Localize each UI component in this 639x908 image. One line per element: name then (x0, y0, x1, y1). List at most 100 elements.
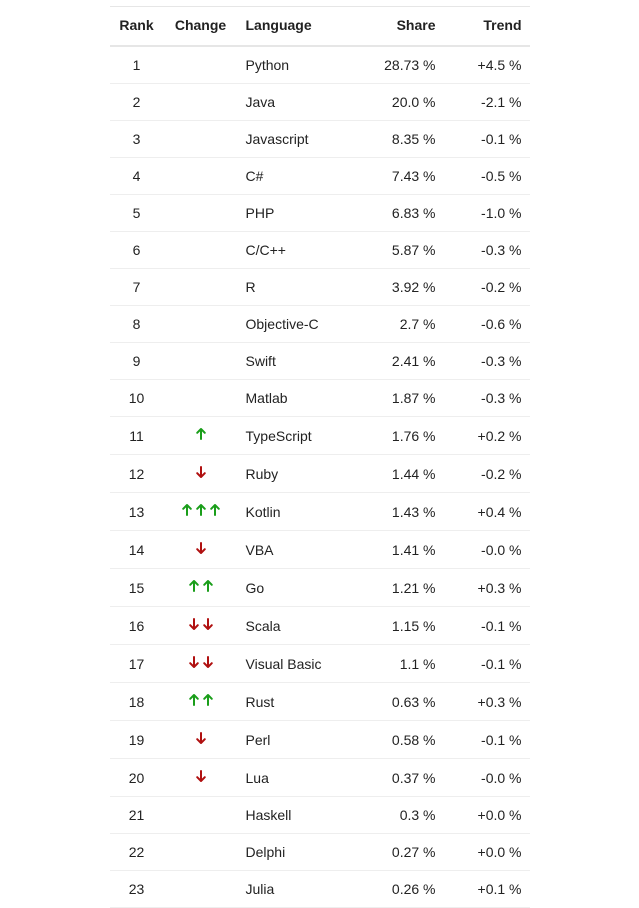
cell-rank: 12 (110, 455, 164, 493)
cell-share: 8.35 % (358, 121, 444, 158)
table-row: 17Visual Basic1.1 %-0.1 % (110, 645, 530, 683)
table-row: 22Delphi0.27 %+0.0 % (110, 834, 530, 871)
table-row: 19 Perl0.58 %-0.1 % (110, 721, 530, 759)
arrow-down-icon (194, 541, 208, 555)
cell-rank: 20 (110, 759, 164, 797)
cell-language: Kotlin (238, 493, 358, 531)
cell-change (164, 493, 238, 531)
header-language[interactable]: Language (238, 7, 358, 47)
cell-share: 6.83 % (358, 195, 444, 232)
header-change[interactable]: Change (164, 7, 238, 47)
cell-change (164, 721, 238, 759)
cell-change (164, 417, 238, 455)
cell-language: R (238, 269, 358, 306)
cell-language: Matlab (238, 380, 358, 417)
cell-rank: 10 (110, 380, 164, 417)
cell-trend: -0.3 % (444, 343, 530, 380)
cell-language: Lua (238, 759, 358, 797)
arrow-up-icon (187, 693, 201, 707)
cell-share: 0.63 % (358, 683, 444, 721)
cell-share: 1.15 % (358, 607, 444, 645)
cell-language: Perl (238, 721, 358, 759)
cell-share: 1.87 % (358, 380, 444, 417)
cell-rank: 8 (110, 306, 164, 343)
cell-share: 0.27 % (358, 834, 444, 871)
cell-trend: -0.1 % (444, 121, 530, 158)
table-row: 3 Javascript8.35 %-0.1 % (110, 121, 530, 158)
table-row: 4C#7.43 %-0.5 % (110, 158, 530, 195)
cell-language: TypeScript (238, 417, 358, 455)
cell-share: 0.3 % (358, 797, 444, 834)
cell-rank: 11 (110, 417, 164, 455)
cell-trend: -0.1 % (444, 721, 530, 759)
table-row: 12Ruby1.44 %-0.2 % (110, 455, 530, 493)
cell-rank: 18 (110, 683, 164, 721)
cell-language: Delphi (238, 834, 358, 871)
cell-trend: +0.4 % (444, 493, 530, 531)
language-ranking-table: Rank Change Language Share Trend 1 Python… (110, 6, 530, 908)
arrow-down-icon (201, 617, 215, 631)
cell-rank: 13 (110, 493, 164, 531)
cell-language: C# (238, 158, 358, 195)
header-trend[interactable]: Trend (444, 7, 530, 47)
cell-share: 1.76 % (358, 417, 444, 455)
cell-change (164, 306, 238, 343)
table-row: 23Julia0.26 %+0.1 % (110, 871, 530, 908)
table-row: 16Scala1.15 %-0.1 % (110, 607, 530, 645)
cell-rank: 19 (110, 721, 164, 759)
cell-trend: -0.1 % (444, 645, 530, 683)
cell-change (164, 607, 238, 645)
cell-language: Ruby (238, 455, 358, 493)
header-share[interactable]: Share (358, 7, 444, 47)
cell-change (164, 195, 238, 232)
cell-share: 0.37 % (358, 759, 444, 797)
cell-language: VBA (238, 531, 358, 569)
cell-language: C/C++ (238, 232, 358, 269)
cell-language: Javascript (238, 121, 358, 158)
cell-trend: +0.0 % (444, 834, 530, 871)
arrow-down-icon (187, 655, 201, 669)
cell-share: 5.87 % (358, 232, 444, 269)
cell-rank: 21 (110, 797, 164, 834)
cell-trend: -0.3 % (444, 380, 530, 417)
cell-share: 1.21 % (358, 569, 444, 607)
arrow-down-icon (187, 617, 201, 631)
cell-change (164, 84, 238, 121)
cell-language: PHP (238, 195, 358, 232)
cell-share: 2.7 % (358, 306, 444, 343)
cell-change (164, 797, 238, 834)
cell-share: 28.73 % (358, 46, 444, 84)
table-row: 8Objective-C2.7 %-0.6 % (110, 306, 530, 343)
arrow-up-icon (194, 503, 208, 517)
table-row: 2Java20.0 %-2.1 % (110, 84, 530, 121)
cell-rank: 9 (110, 343, 164, 380)
table-row: 20 Lua0.37 %-0.0 % (110, 759, 530, 797)
cell-share: 0.58 % (358, 721, 444, 759)
cell-rank: 3 (110, 121, 164, 158)
cell-trend: -0.0 % (444, 759, 530, 797)
cell-change (164, 46, 238, 84)
cell-change (164, 834, 238, 871)
cell-language: Java (238, 84, 358, 121)
cell-change (164, 645, 238, 683)
cell-trend: -0.2 % (444, 269, 530, 306)
cell-trend: -0.3 % (444, 232, 530, 269)
arrow-up-icon (201, 693, 215, 707)
cell-trend: +0.0 % (444, 797, 530, 834)
cell-language: Visual Basic (238, 645, 358, 683)
cell-trend: +4.5 % (444, 46, 530, 84)
cell-change (164, 343, 238, 380)
cell-language: Julia (238, 871, 358, 908)
cell-trend: -0.0 % (444, 531, 530, 569)
table-row: 6 C/C++5.87 %-0.3 % (110, 232, 530, 269)
cell-language: Rust (238, 683, 358, 721)
cell-change (164, 455, 238, 493)
cell-rank: 6 (110, 232, 164, 269)
cell-language: Objective-C (238, 306, 358, 343)
cell-language: Python (238, 46, 358, 84)
language-ranking-table-wrap: Rank Change Language Share Trend 1 Python… (110, 0, 530, 908)
cell-rank: 1 (110, 46, 164, 84)
cell-trend: +0.3 % (444, 569, 530, 607)
header-rank[interactable]: Rank (110, 7, 164, 47)
cell-share: 1.44 % (358, 455, 444, 493)
